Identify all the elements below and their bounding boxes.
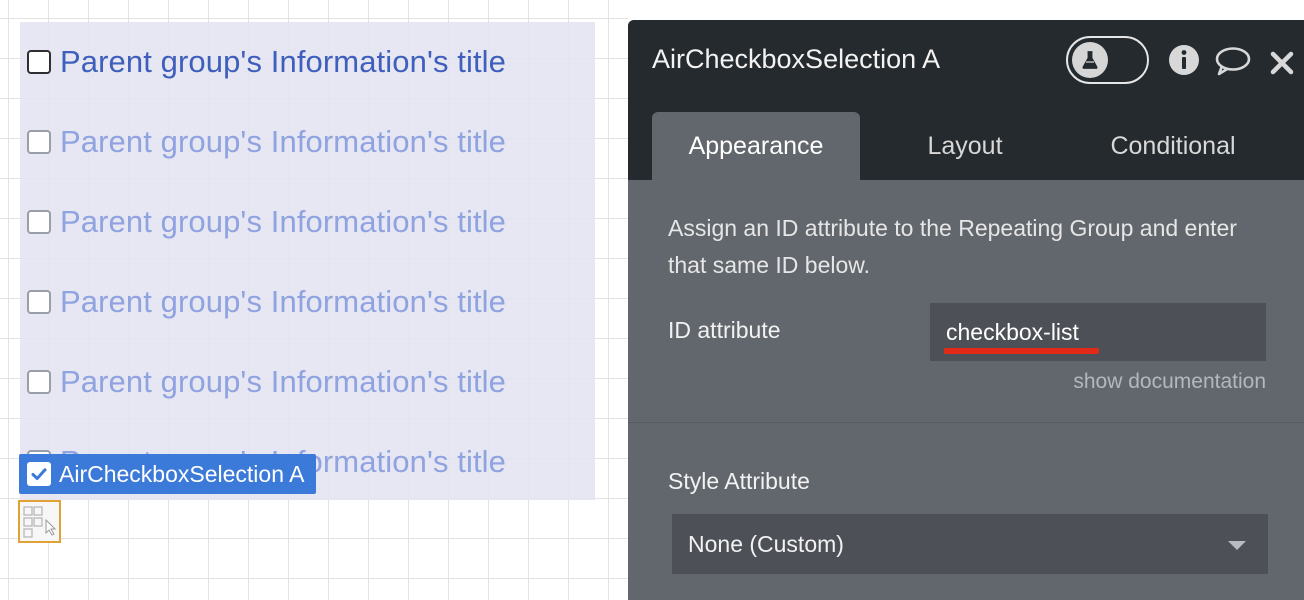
panel-tabs: Appearance Layout Conditional	[628, 98, 1304, 180]
property-editor-panel: AirCheckboxSelection A Appearance Layout…	[628, 20, 1304, 600]
list-item[interactable]: Parent group's Information's title	[20, 182, 595, 262]
comment-icon[interactable]	[1214, 46, 1252, 81]
style-attribute-dropdown[interactable]: None (Custom)	[672, 514, 1268, 574]
instruction-text: Assign an ID attribute to the Repeating …	[668, 215, 1237, 278]
panel-header: AirCheckboxSelection A	[628, 20, 1304, 98]
repeating-group[interactable]: Parent group's Information's title Paren…	[20, 22, 595, 500]
list-item[interactable]: Parent group's Information's title	[20, 262, 595, 342]
checkbox[interactable]	[27, 130, 51, 154]
checkbox[interactable]	[27, 370, 51, 394]
checkbox[interactable]	[27, 50, 51, 74]
style-attribute-label: Style Attribute	[668, 468, 810, 494]
tab-conditional[interactable]: Conditional	[1068, 112, 1278, 180]
checkbox[interactable]	[27, 290, 51, 314]
element-thumbnail-icon[interactable]	[18, 500, 61, 543]
selected-element-badge[interactable]: AirCheckboxSelection A	[19, 454, 317, 494]
list-item-label: Parent group's Information's title	[60, 364, 507, 399]
list-item-label: Parent group's Information's title	[60, 124, 507, 159]
list-item-label: Parent group's Information's title	[60, 204, 507, 239]
highlight-underline	[944, 348, 1099, 354]
id-attribute-label: ID attribute	[668, 317, 781, 343]
checkbox[interactable]	[27, 210, 51, 234]
panel-title: AirCheckboxSelection A	[652, 44, 941, 74]
style-attribute-value: None (Custom)	[688, 530, 844, 557]
tab-layout[interactable]: Layout	[890, 112, 1040, 180]
flask-icon	[1072, 42, 1108, 78]
info-icon[interactable]	[1168, 44, 1200, 81]
list-item[interactable]: Parent group's Information's title	[20, 22, 595, 102]
tab-appearance[interactable]: Appearance	[652, 112, 860, 180]
close-icon[interactable]	[1269, 50, 1295, 81]
selected-element-label: AirCheckboxSelection A	[59, 460, 305, 487]
section-divider	[628, 422, 1304, 423]
chevron-down-icon	[1228, 541, 1246, 550]
list-item[interactable]: Parent group's Information's title	[20, 102, 595, 182]
list-item-label: Parent group's Information's title	[60, 44, 507, 79]
show-documentation-link[interactable]: show documentation	[1048, 370, 1266, 394]
list-item[interactable]: Parent group's Information's title	[20, 342, 595, 422]
test-mode-toggle[interactable]	[1066, 36, 1149, 84]
checkbox-checked-icon	[27, 462, 51, 486]
editor-canvas[interactable]: Parent group's Information's title Paren…	[0, 0, 628, 600]
list-item-label: Parent group's Information's title	[60, 284, 507, 319]
